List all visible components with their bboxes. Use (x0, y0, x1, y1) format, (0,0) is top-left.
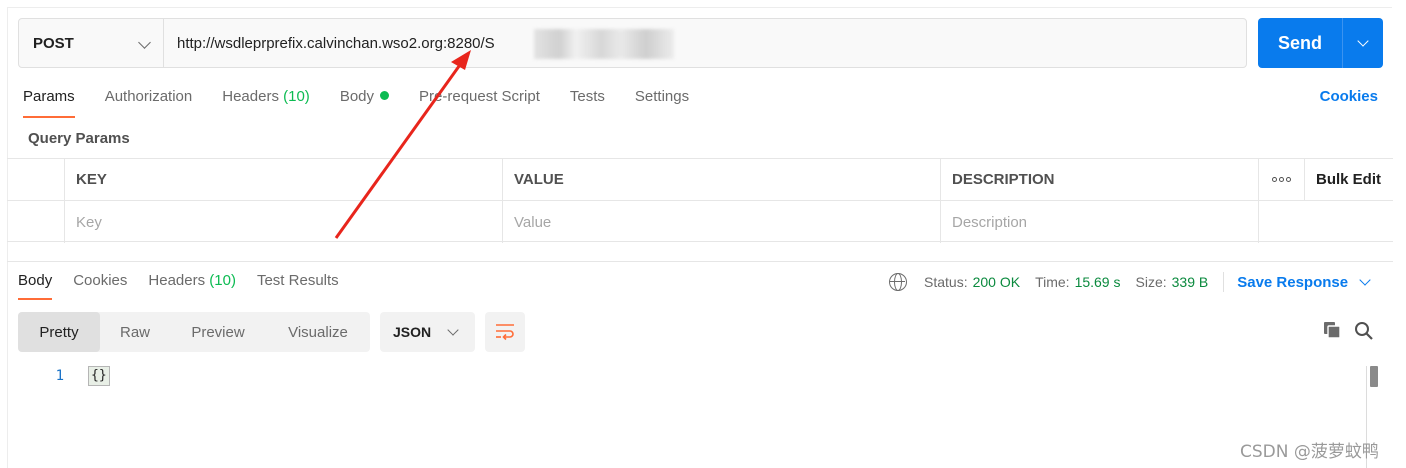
value-input[interactable]: Value (502, 201, 940, 243)
tab-body[interactable]: Body (339, 88, 390, 118)
tab-label: Pre-request Script (419, 88, 540, 105)
size-value[interactable]: 339 B (1172, 274, 1209, 290)
url-text: http://wsdleprprefix.calvinchan.wso2.org… (177, 34, 495, 52)
tab-settings[interactable]: Settings (635, 88, 689, 118)
status-label: Status: (924, 274, 968, 290)
cookies-link[interactable]: Cookies (1320, 88, 1378, 105)
key-column-header: KEY (64, 159, 502, 200)
redacted-blur (534, 28, 674, 59)
wrap-lines-icon (496, 324, 514, 341)
headers-count: (10) (209, 272, 236, 289)
status-separator (1223, 272, 1225, 292)
table-row: Key Value Description (7, 201, 1393, 243)
more-horizontal-icon (1272, 177, 1291, 182)
editor-scrollbar[interactable] (1370, 366, 1378, 387)
tab-label: Tests (569, 88, 605, 105)
send-button[interactable]: Send (1258, 33, 1342, 54)
bulk-edit-button[interactable]: Bulk Edit (1304, 159, 1393, 200)
line-number: 1 (55, 368, 64, 384)
headers-count: (10) (283, 88, 310, 105)
size-label: Size: (1135, 274, 1167, 290)
response-body-code[interactable]: {} (88, 366, 110, 386)
row-actions-cell (1258, 201, 1393, 243)
tab-label: Body (18, 272, 53, 289)
key-input[interactable]: Key (64, 201, 502, 243)
method-label: POST (33, 34, 74, 52)
response-tab-headers[interactable]: Headers (10) (148, 272, 236, 300)
chevron-down-icon (1357, 35, 1369, 47)
more-options-button[interactable] (1258, 159, 1304, 200)
value-column-header: VALUE (502, 159, 940, 200)
query-params-title: Query Params (28, 130, 130, 147)
format-select[interactable]: JSON (380, 312, 475, 352)
top-border (8, 7, 1392, 8)
tab-authorization[interactable]: Authorization (105, 88, 193, 118)
view-preview[interactable]: Preview (170, 312, 266, 352)
send-options-button[interactable] (1343, 35, 1383, 47)
time-value[interactable]: 15.69 s (1075, 274, 1121, 290)
format-label: JSON (393, 324, 432, 340)
watermark: CSDN @菠萝蚊鸭 (1240, 442, 1379, 462)
method-select[interactable]: POST (19, 19, 164, 67)
response-tab-test-results[interactable]: Test Results (257, 272, 339, 300)
view-mode-segmented: Pretty Raw Preview Visualize (18, 312, 370, 352)
view-raw[interactable]: Raw (100, 312, 170, 352)
tab-label: Authorization (104, 88, 193, 105)
view-visualize[interactable]: Visualize (266, 312, 370, 352)
tab-label: Headers (148, 272, 206, 289)
table-header-row: KEY VALUE DESCRIPTION Bulk Edit (7, 159, 1393, 201)
url-bar: POST http://wsdleprprefix.calvinchan.wso… (18, 18, 1247, 68)
response-tab-cookies[interactable]: Cookies (73, 272, 127, 300)
body-indicator-dot (380, 91, 390, 100)
url-input[interactable]: http://wsdleprprefix.calvinchan.wso2.org… (164, 28, 1246, 59)
description-column-header: DESCRIPTION (940, 159, 1258, 200)
response-divider (7, 261, 1393, 262)
tab-params[interactable]: Params (23, 88, 75, 118)
tab-label: Params (23, 88, 75, 105)
params-table: KEY VALUE DESCRIPTION Bulk Edit Key Valu… (7, 158, 1393, 243)
response-tabs: Body Cookies Headers (10) Test Results (18, 272, 360, 300)
chevron-down-icon (138, 36, 151, 49)
request-tabs: Params Authorization Headers (10) Body P… (23, 88, 719, 118)
tab-headers[interactable]: Headers (10) (222, 88, 310, 118)
tab-label: Headers (222, 88, 279, 105)
globe-icon[interactable] (889, 273, 907, 291)
response-tab-body[interactable]: Body (18, 272, 53, 300)
copy-icon[interactable] (1323, 321, 1341, 339)
chevron-down-icon (447, 324, 459, 336)
response-status-bar: Status: 200 OK Time: 15.69 s Size: 339 B… (889, 272, 1371, 292)
wrap-lines-button[interactable] (485, 312, 525, 352)
tab-pre-request-script[interactable]: Pre-request Script (419, 88, 540, 118)
tab-label: Test Results (256, 272, 339, 289)
save-response-label: Save Response (1237, 273, 1349, 291)
tab-tests[interactable]: Tests (570, 88, 605, 118)
tab-label: Body (339, 88, 375, 105)
status-value[interactable]: 200 OK (973, 274, 1020, 290)
time-label: Time: (1035, 274, 1070, 290)
view-pretty[interactable]: Pretty (18, 312, 100, 352)
search-icon[interactable] (1354, 321, 1374, 341)
description-input[interactable]: Description (940, 201, 1258, 243)
tab-label: Cookies (73, 272, 128, 289)
chevron-down-icon (1359, 273, 1371, 286)
tab-label: Settings (634, 88, 690, 105)
save-response-button[interactable]: Save Response (1237, 273, 1371, 291)
send-button-group: Send (1258, 18, 1383, 68)
